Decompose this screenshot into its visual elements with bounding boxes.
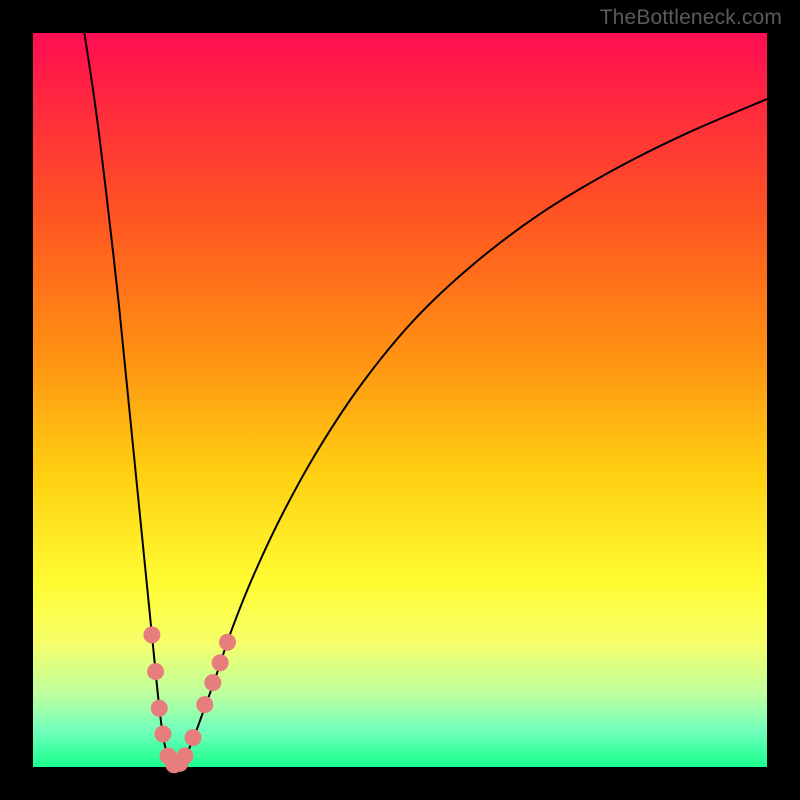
data-marker — [185, 729, 202, 746]
chart-svg — [0, 0, 800, 800]
watermark-text: TheBottleneck.com — [600, 6, 782, 30]
data-marker — [212, 654, 229, 671]
data-marker — [147, 663, 164, 680]
data-marker — [176, 747, 193, 764]
data-marker — [143, 626, 160, 643]
data-marker — [154, 725, 171, 742]
curve-left-limb — [84, 33, 177, 767]
data-marker — [204, 674, 221, 691]
data-marker — [196, 696, 213, 713]
curve-right-limb — [178, 99, 767, 767]
chart-frame: { "watermark": { "text": "TheBottleneck.… — [0, 0, 800, 800]
data-marker — [151, 700, 168, 717]
data-marker — [219, 634, 236, 651]
marker-cluster — [143, 626, 236, 773]
